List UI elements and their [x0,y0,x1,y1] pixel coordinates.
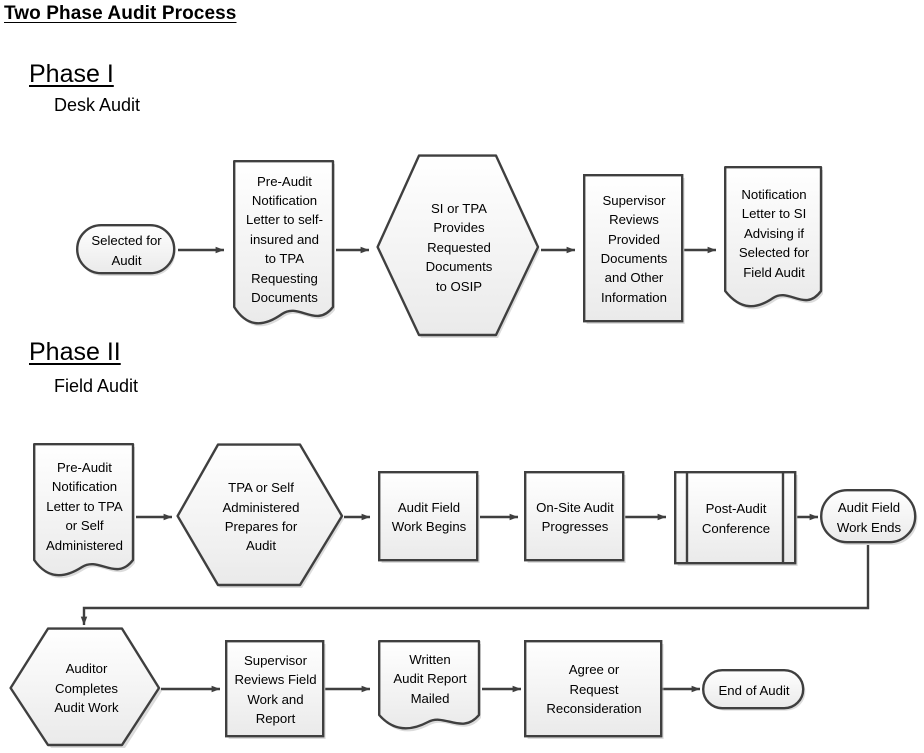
node-post-audit-conference[interactable]: Post-Audit Conference [674,471,798,566]
phase-2-subtitle: Field Audit [54,376,139,396]
node-notification-letter-si[interactable]: Notification Letter to SI Advising if Se… [724,166,824,321]
node-end-of-audit[interactable]: End of Audit [702,669,806,712]
node-auditor-completes-audit-work[interactable]: Auditor Completes Audit Work [9,627,164,750]
phase-1-title: Phase I [29,60,114,88]
flowchart-canvas: Two Phase Audit Process Phase I Desk Aud… [0,0,924,753]
node-written-audit-report-mailed[interactable]: Written Audit Report Mailed [378,640,482,738]
node-agree-or-request-reconsideration[interactable]: Agree or Request Reconsideration [524,640,664,739]
node-pre-audit-letter-tpa[interactable]: Pre-Audit Notification Letter to TPA or … [33,443,136,590]
page-title: Two Phase Audit Process [4,3,237,24]
node-pre-audit-letter-si-tpa[interactable]: Pre-Audit Notification Letter to self- i… [233,160,336,339]
phase-1-subtitle: Desk Audit [54,95,141,115]
node-supervisor-reviews-field-work[interactable]: Supervisor Reviews Field Work and Report [225,640,326,739]
node-supervisor-reviews-documents[interactable]: Supervisor Reviews Provided Documents an… [583,174,685,324]
node-audit-field-work-ends[interactable]: Audit Field Work Ends [820,489,918,546]
node-selected-for-audit[interactable]: Selected for Audit [76,224,177,277]
node-tpa-prepares-for-audit[interactable]: TPA or Self Administered Prepares for Au… [176,443,346,591]
node-on-site-audit-progresses[interactable]: On-Site Audit Progresses [524,471,626,563]
phase-2-title: Phase II [29,338,121,366]
node-si-tpa-provides-documents[interactable]: SI or TPA Provides Requested Documents t… [376,154,542,341]
node-audit-field-work-begins[interactable]: Audit Field Work Begins [378,471,480,563]
